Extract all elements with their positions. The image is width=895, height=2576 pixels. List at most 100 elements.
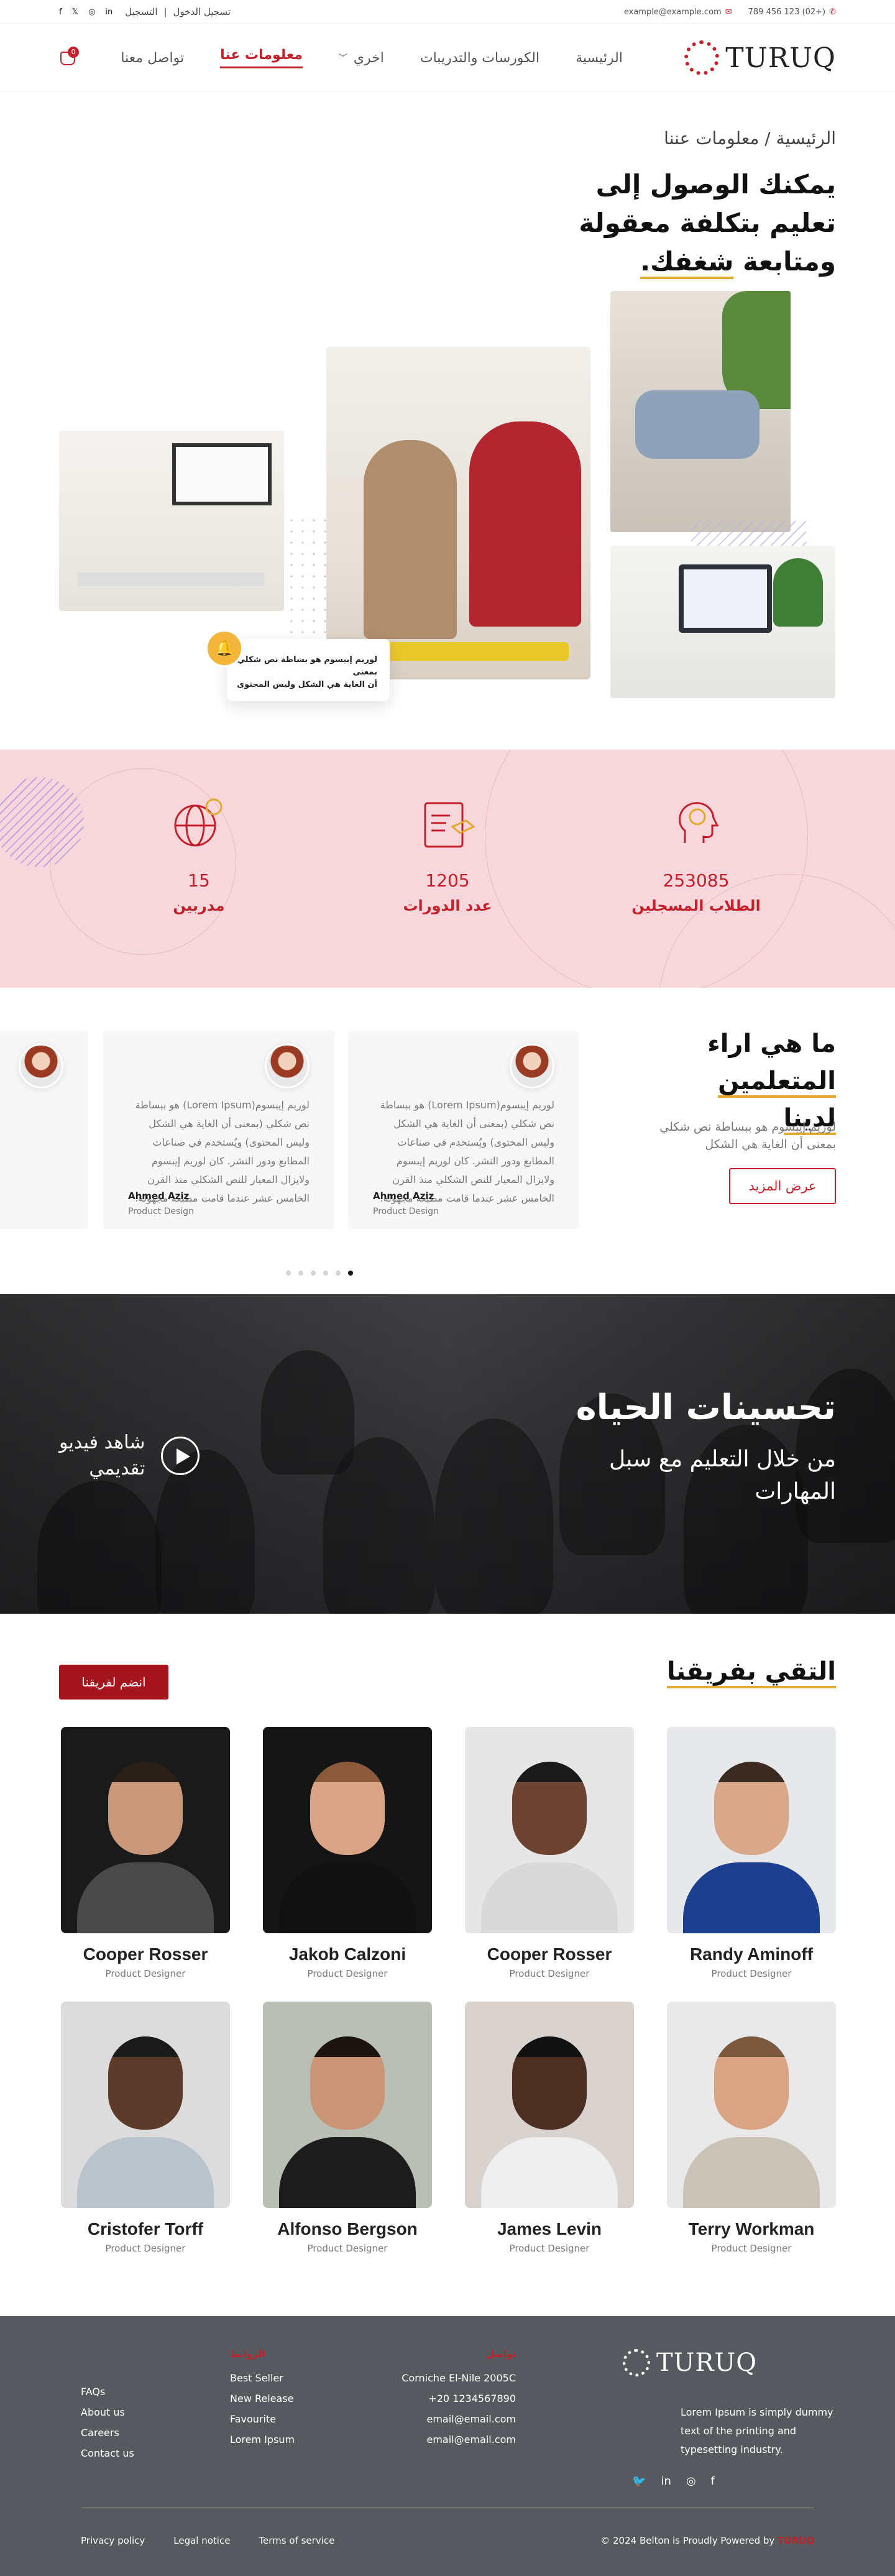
footer-page-link[interactable]: FAQs xyxy=(81,2386,134,2398)
social-links: f 𝕏 ◎ in xyxy=(59,7,112,17)
nav-courses[interactable]: الكورسات والتدريبات xyxy=(420,50,539,66)
signup-link[interactable]: التسجيل xyxy=(125,6,157,17)
member-body-shape xyxy=(279,1862,416,1933)
member-name: Cooper Rosser xyxy=(83,1944,208,1964)
phone-item[interactable]: ✆ (+02) 123 456 789 xyxy=(748,7,836,17)
facebook-icon[interactable]: f xyxy=(59,7,62,17)
video-section: تحسينات الحياه من خلال التعليم مع سبل ال… xyxy=(0,1294,895,1614)
join-team-button[interactable]: انضم لفريقنا xyxy=(59,1665,168,1700)
member-role: Product Designer xyxy=(307,2243,388,2254)
footer-page-link[interactable]: Contact us xyxy=(81,2447,134,2459)
cart-button[interactable]: 0 xyxy=(59,45,84,70)
team-member-card[interactable]: Cristofer Torff Product Designer xyxy=(61,2002,230,2254)
nav-about[interactable]: معلومات عنا xyxy=(220,47,303,68)
member-name: Terry Workman xyxy=(688,2219,815,2238)
footer-logo-text: TURUQ xyxy=(656,2348,757,2377)
testimonials-section: ما هي اراء المتعلمين لدينا لوريم إيبسوم … xyxy=(0,988,895,1294)
view-more-button[interactable]: عرض المزيد xyxy=(729,1168,836,1204)
instagram-icon[interactable]: ◎ xyxy=(686,2475,696,2488)
separator: | xyxy=(163,6,167,17)
member-head-shape xyxy=(714,1762,789,1855)
privacy-link[interactable]: Privacy policy xyxy=(81,2535,145,2546)
pager-dot[interactable] xyxy=(311,1271,316,1276)
footer-page-link[interactable]: Careers xyxy=(81,2427,134,2439)
footer-link[interactable]: New Release xyxy=(230,2393,295,2404)
top-bar: ✆ (+02) 123 456 789 ✉ example@example.com … xyxy=(0,0,895,24)
footer-link[interactable]: Favourite xyxy=(230,2413,295,2425)
top-left-group: f 𝕏 ◎ in التسجيل | تسجيل الدخول xyxy=(59,6,231,17)
team-member-card[interactable]: Terry Workman Product Designer xyxy=(667,2002,836,2254)
footer-link[interactable]: Best Seller xyxy=(230,2372,295,2384)
member-photo xyxy=(61,1727,230,1933)
member-name: James Levin xyxy=(497,2219,602,2238)
email-item[interactable]: ✉ example@example.com xyxy=(624,7,732,17)
member-role: Product Designer xyxy=(105,1968,186,1979)
pager-dot[interactable] xyxy=(286,1271,291,1276)
nav-other[interactable]: اخري ﹀ xyxy=(339,50,384,66)
member-body-shape xyxy=(77,1862,214,1933)
team-title-text: التقي بفريقنا xyxy=(666,1657,836,1688)
hero-section: الرئيسية / معلومات عننا يمكنك الوصول إلى… xyxy=(0,92,895,750)
footer-page-link[interactable]: About us xyxy=(81,2406,134,2418)
logo-mark-icon xyxy=(684,40,720,75)
pager-dot[interactable] xyxy=(336,1271,341,1276)
member-head-shape xyxy=(512,1762,587,1855)
footer-phone[interactable]: +20 1234567890 xyxy=(402,2393,516,2404)
pager-dot[interactable] xyxy=(323,1271,328,1276)
member-photo xyxy=(263,1727,432,1933)
member-body-shape xyxy=(77,2137,214,2208)
linkedin-icon[interactable]: in xyxy=(661,2475,671,2488)
note-line1: لوريم إيبسوم هو بساطة نص شكلي بمعنى xyxy=(237,655,377,677)
play-label-line1: شاهد فيديو xyxy=(59,1432,145,1453)
stat-number: 1205 xyxy=(425,870,470,891)
member-head-shape xyxy=(310,1762,385,1855)
logo-mark-icon xyxy=(622,2349,650,2376)
footer-logo[interactable]: TURUQ xyxy=(622,2348,757,2377)
twitter-icon[interactable]: 𝕏 xyxy=(72,7,78,17)
team-member-card[interactable]: Jakob Calzoni Product Designer xyxy=(263,1727,432,1979)
hero-photo-laptop xyxy=(610,546,835,698)
member-name: Randy Aminoff xyxy=(689,1944,814,1964)
pager-dot-active[interactable] xyxy=(348,1271,353,1276)
testimonial-card: لوريم إيبسوم(Lorem Ipsum) هو ببساطة نص ش… xyxy=(103,1031,334,1229)
testimonial-name: Ahmed Aziz xyxy=(373,1190,434,1202)
legal-notice-link[interactable]: Legal notice xyxy=(173,2535,230,2546)
copyright-brand[interactable]: TURUQ xyxy=(778,2535,814,2546)
hero-title-highlight: شغفك. xyxy=(640,246,734,279)
twitter-icon[interactable]: 🐦 xyxy=(632,2475,646,2488)
login-link[interactable]: تسجيل الدخول xyxy=(173,6,231,17)
member-role: Product Designer xyxy=(105,2243,186,2254)
play-video-button[interactable]: شاهد فيديو تقديمي xyxy=(59,1430,200,1482)
chevron-down-icon: ﹀ xyxy=(338,53,347,63)
facebook-icon[interactable]: f xyxy=(711,2475,715,2488)
member-body-shape xyxy=(683,1862,820,1933)
nav-home[interactable]: الرئيسية xyxy=(576,50,623,66)
footer-social: 🐦 in ◎ f xyxy=(632,2475,715,2488)
stat-students: 253085 الطلاب المسجلين xyxy=(615,793,777,914)
footer-link[interactable]: Lorem Ipsum xyxy=(230,2434,295,2445)
breadcrumb: الرئيسية / معلومات عننا xyxy=(664,128,836,149)
team-member-card[interactable]: Randy Aminoff Product Designer xyxy=(667,1727,836,1979)
member-body-shape xyxy=(683,2137,820,2208)
team-member-card[interactable]: Cooper Rosser Product Designer xyxy=(61,1727,230,1979)
team-member-card[interactable]: James Levin Product Designer xyxy=(465,2002,634,2254)
footer-legal: Privacy policy Legal notice Terms of ser… xyxy=(81,2535,334,2546)
testimonials-title-line1: ما هي اراء xyxy=(707,1029,836,1058)
nav-contact[interactable]: تواصل معنا xyxy=(121,50,184,66)
terms-link[interactable]: Terms of service xyxy=(259,2535,334,2546)
site-logo[interactable]: TURUQ xyxy=(684,40,836,75)
member-role: Product Designer xyxy=(509,2243,590,2254)
team-member-card[interactable]: Cooper Rosser Product Designer xyxy=(465,1727,634,1979)
footer-email[interactable]: email@email.com xyxy=(402,2413,516,2425)
member-head-shape xyxy=(512,2036,587,2130)
footer-email[interactable]: email@email.com xyxy=(402,2434,516,2445)
linkedin-icon[interactable]: in xyxy=(105,7,112,17)
team-member-card[interactable]: Alfonso Bergson Product Designer xyxy=(263,2002,432,2254)
instagram-icon[interactable]: ◎ xyxy=(88,7,95,17)
stat-label: الطلاب المسجلين xyxy=(631,897,761,914)
member-name: Jakob Calzoni xyxy=(288,1944,406,1964)
play-label: شاهد فيديو تقديمي xyxy=(59,1430,145,1482)
play-icon xyxy=(161,1437,200,1475)
globe-award-icon xyxy=(169,793,229,853)
pager-dot[interactable] xyxy=(298,1271,303,1276)
